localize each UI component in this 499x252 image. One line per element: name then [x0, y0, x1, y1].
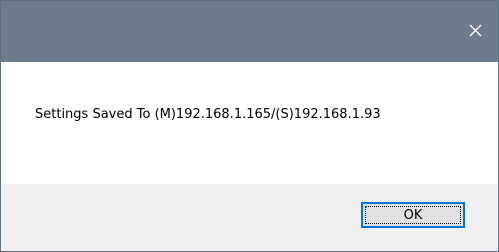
ok-button[interactable]: OK: [361, 202, 465, 228]
title-bar[interactable]: [1, 1, 498, 62]
dialog-footer: OK: [1, 184, 498, 251]
ok-button-label: OK: [403, 207, 423, 223]
message-dialog: Settings Saved To (M)192.168.1.165/(S)19…: [0, 0, 499, 252]
dialog-content: Settings Saved To (M)192.168.1.165/(S)19…: [1, 62, 498, 184]
dialog-message: Settings Saved To (M)192.168.1.165/(S)19…: [35, 107, 381, 122]
close-icon: [469, 22, 482, 41]
close-button[interactable]: [452, 1, 498, 62]
